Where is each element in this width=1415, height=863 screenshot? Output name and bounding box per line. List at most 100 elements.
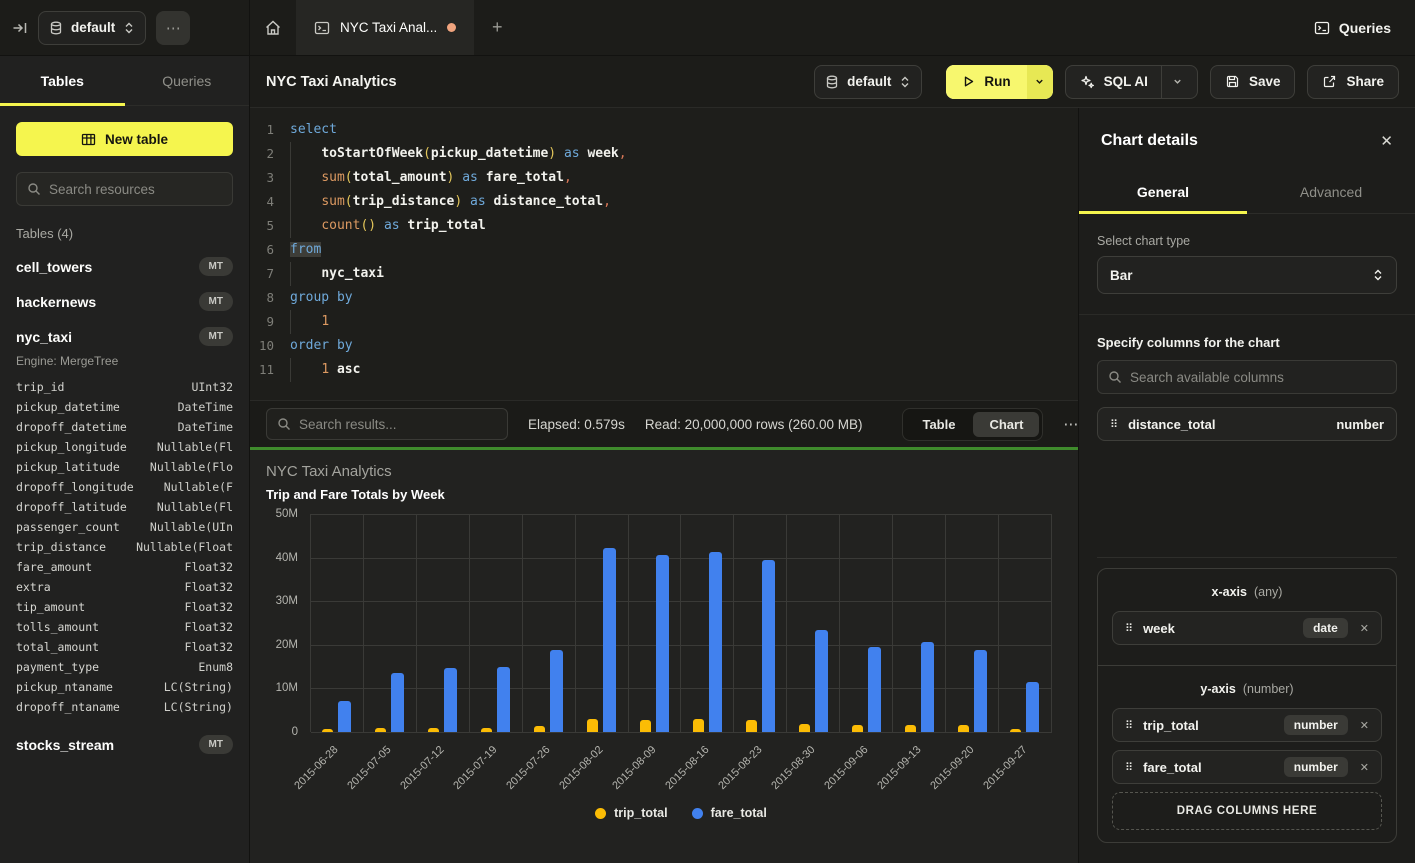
x-label-cell: 2015-09-06	[840, 732, 893, 806]
tab-general[interactable]: General	[1079, 170, 1247, 213]
column-chip-trip_total[interactable]: ⠿trip_totalnumber✕	[1112, 708, 1382, 742]
topbar-right[interactable]: Queries	[1314, 0, 1415, 55]
results-search-input[interactable]	[299, 417, 497, 432]
sql-ai-caret[interactable]	[1161, 66, 1183, 98]
close-icon[interactable]: ✕	[1380, 132, 1393, 150]
column-chip-week[interactable]: ⠿weekdate✕	[1112, 611, 1382, 645]
table-column-row: trip_idUInt32	[16, 377, 233, 397]
sidebar-table-row[interactable]: cell_towersMT	[0, 249, 249, 284]
line-number: 11	[250, 358, 286, 382]
chart-type-label: Select chart type	[1079, 214, 1415, 256]
legend-dot	[692, 808, 703, 819]
code-line[interactable]: 6from	[250, 238, 1078, 262]
x-label-cell: 2015-09-20	[946, 732, 999, 806]
bar-fare_total	[868, 647, 881, 732]
results-search[interactable]	[266, 408, 508, 440]
table-column-row: tolls_amountFloat32	[16, 617, 233, 637]
sidebar-table-row[interactable]: stocks_streamMT	[0, 727, 249, 762]
remove-icon[interactable]: ✕	[1360, 761, 1369, 774]
sql-ai-button[interactable]: SQL AI	[1065, 65, 1198, 99]
columns-search[interactable]	[1097, 360, 1397, 394]
sidebar-more-button[interactable]: ⋯	[156, 11, 190, 45]
resource-search[interactable]	[16, 172, 233, 206]
bar-group	[893, 514, 946, 732]
code-token: count	[321, 218, 360, 233]
database-selector[interactable]: default	[38, 11, 146, 45]
code-token: pickup_datetime	[431, 146, 548, 161]
view-toggle-table[interactable]: Table	[906, 412, 971, 437]
divider	[1097, 557, 1397, 558]
legend-item-trip_total[interactable]: trip_total	[595, 806, 667, 820]
drag-handle-icon[interactable]: ⠿	[1125, 761, 1133, 774]
drop-zone[interactable]: DRAG COLUMNS HERE	[1112, 792, 1382, 830]
resource-search-input[interactable]	[49, 182, 222, 197]
column-name: dropoff_latitude	[16, 497, 127, 517]
code-token: total_amount	[353, 170, 447, 185]
new-tab-button[interactable]: +	[474, 0, 520, 55]
chart-type-select[interactable]: Bar	[1097, 256, 1397, 294]
collapse-sidebar-icon[interactable]	[12, 20, 28, 36]
code-line[interactable]: 7 nyc_taxi	[250, 262, 1078, 286]
remove-icon[interactable]: ✕	[1360, 622, 1369, 635]
table-engine-badge: MT	[199, 327, 233, 346]
code-token: select	[290, 122, 337, 137]
run-options-caret[interactable]	[1027, 65, 1053, 99]
code-line[interactable]: 8group by	[250, 286, 1078, 310]
database-selector-value: default	[71, 20, 115, 35]
spacer	[1079, 449, 1415, 557]
tab-advanced[interactable]: Advanced	[1247, 170, 1415, 213]
queries-icon	[1314, 20, 1330, 36]
column-chip-distance_total[interactable]: ⠿distance_totalnumber	[1097, 407, 1397, 441]
drag-handle-icon[interactable]: ⠿	[1125, 622, 1133, 635]
sql-editor[interactable]: 1select2 toStartOfWeek(pickup_datetime) …	[250, 108, 1078, 400]
code-line[interactable]: 4 sum(trip_distance) as distance_total,	[250, 190, 1078, 214]
code-line[interactable]: 9 1	[250, 310, 1078, 334]
column-name: trip_distance	[16, 537, 106, 557]
x-label-cell: 2015-08-23	[734, 732, 787, 806]
new-table-button[interactable]: New table	[16, 122, 233, 156]
column-name: pickup_datetime	[16, 397, 120, 417]
table-column-row: payment_typeEnum8	[16, 657, 233, 677]
drag-handle-icon[interactable]: ⠿	[1110, 418, 1118, 431]
table-column-row: extraFloat32	[16, 577, 233, 597]
sidebar-table-row[interactable]: nyc_taxiMT	[0, 319, 249, 354]
column-type: Nullable(Float	[136, 537, 233, 557]
code-text: sum(trip_distance) as distance_total,	[286, 190, 611, 214]
code-text: select	[286, 118, 337, 142]
code-line[interactable]: 11 1 asc	[250, 358, 1078, 382]
share-button[interactable]: Share	[1307, 65, 1399, 99]
code-token: (	[423, 146, 431, 161]
code-line[interactable]: 2 toStartOfWeek(pickup_datetime) as week…	[250, 142, 1078, 166]
column-chip-name: trip_total	[1143, 718, 1274, 733]
home-icon[interactable]	[250, 0, 296, 55]
column-chip-fare_total[interactable]: ⠿fare_totalnumber✕	[1112, 750, 1382, 784]
code-token	[462, 194, 470, 209]
line-number: 10	[250, 334, 286, 358]
remove-icon[interactable]: ✕	[1360, 719, 1369, 732]
code-line[interactable]: 1select	[250, 118, 1078, 142]
code-line[interactable]: 3 sum(total_amount) as fare_total,	[250, 166, 1078, 190]
columns-search-input[interactable]	[1130, 370, 1386, 385]
code-token	[329, 362, 337, 377]
code-line[interactable]: 10order by	[250, 334, 1078, 358]
chart-plot	[310, 514, 1052, 732]
code-text: toStartOfWeek(pickup_datetime) as week,	[286, 142, 627, 166]
run-button[interactable]: Run	[946, 65, 1052, 99]
code-line[interactable]: 5 count() as trip_total	[250, 214, 1078, 238]
view-toggle-chart[interactable]: Chart	[973, 412, 1039, 437]
drag-handle-icon[interactable]: ⠿	[1125, 719, 1133, 732]
toolbar-database-selector[interactable]: default	[814, 65, 922, 99]
sidebar-tab-queries[interactable]: Queries	[125, 56, 250, 105]
column-type: Float32	[185, 617, 233, 637]
sidebar-tab-tables[interactable]: Tables	[0, 56, 125, 105]
y-axis-hint: (number)	[1243, 682, 1294, 696]
column-chip-name: fare_total	[1143, 760, 1274, 775]
x-axis-label: x-axis	[1212, 585, 1247, 599]
sidebar-table-row[interactable]: hackernewsMT	[0, 284, 249, 319]
x-axis-section: x-axis (any) ⠿weekdate✕	[1098, 569, 1396, 665]
save-button[interactable]: Save	[1210, 65, 1296, 99]
legend-item-fare_total[interactable]: fare_total	[692, 806, 767, 820]
column-type: Nullable(F	[164, 477, 233, 497]
tab-nyc-taxi-analytics[interactable]: NYC Taxi Anal...	[296, 0, 474, 55]
x-label-cell: 2015-09-27	[999, 732, 1052, 806]
